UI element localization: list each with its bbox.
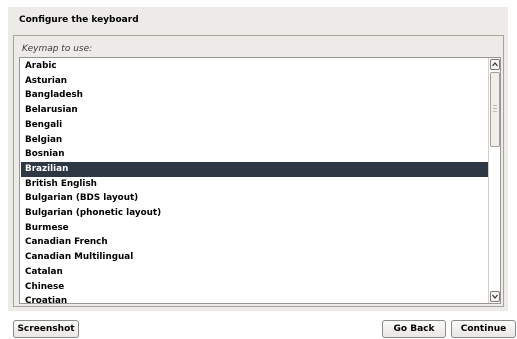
- list-item[interactable]: Bengali: [21, 118, 500, 133]
- keymap-label: Keymap to use:: [22, 44, 93, 54]
- chevron-up-icon: [492, 62, 498, 67]
- list-item[interactable]: Croatian: [21, 294, 500, 303]
- continue-button[interactable]: Continue: [451, 320, 516, 338]
- list-item[interactable]: Bangladesh: [21, 88, 500, 103]
- header-bar: Configure the keyboard: [8, 7, 508, 33]
- list-item[interactable]: Bosnian: [21, 147, 500, 162]
- go-back-button[interactable]: Go Back: [382, 320, 446, 338]
- list-item[interactable]: Burmese: [21, 221, 500, 236]
- list-item[interactable]: British English: [21, 177, 500, 192]
- scroll-thumb[interactable]: [490, 72, 500, 147]
- list-item[interactable]: Asturian: [21, 74, 500, 89]
- chevron-down-icon: [492, 294, 498, 299]
- list-item[interactable]: Chinese: [21, 280, 500, 295]
- page-title: Configure the keyboard: [19, 15, 139, 25]
- scroll-up-button[interactable]: [490, 59, 500, 70]
- list-item[interactable]: Belarusian: [21, 103, 500, 118]
- vertical-scrollbar[interactable]: [488, 58, 500, 303]
- content-panel: Keymap to use: Croatian Chinese Catalan Can…: [8, 32, 508, 311]
- list-item[interactable]: Belgian: [21, 133, 500, 148]
- list-item[interactable]: Canadian Multilingual: [21, 250, 500, 265]
- list-item[interactable]: Brazilian: [21, 161, 500, 177]
- scroll-down-button[interactable]: [490, 291, 500, 302]
- button-bar: Screenshot Go Back Continue: [0, 311, 517, 339]
- keymap-list[interactable]: Croatian Chinese Catalan Canadian Multiling…: [19, 57, 501, 304]
- list-item[interactable]: Bulgarian (BDS layout): [21, 191, 500, 206]
- list-item[interactable]: Canadian French: [21, 235, 500, 250]
- list-item[interactable]: Bulgarian (phonetic layout): [21, 206, 500, 221]
- list-item[interactable]: Catalan: [21, 265, 500, 280]
- screenshot-button[interactable]: Screenshot: [13, 320, 79, 338]
- keymap-frame: Keymap to use: Croatian Chinese Catalan Can…: [13, 35, 504, 307]
- list-item[interactable]: Arabic: [21, 59, 500, 74]
